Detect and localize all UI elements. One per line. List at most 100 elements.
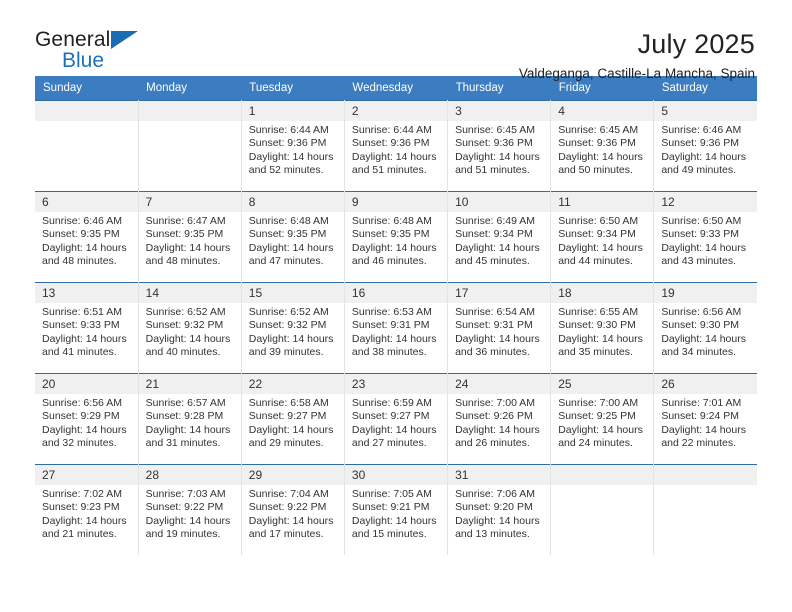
calendar-day-cell[interactable]: 24 Sunrise: 7:00 AM Sunset: 9:26 PM Dayligh… [447, 373, 552, 465]
sunset-text: Sunset: 9:29 PM [42, 410, 120, 423]
daylight-text-line1: Daylight: 14 hours [145, 241, 231, 254]
sunset-text: Sunset: 9:27 PM [248, 410, 327, 423]
sunset-text: Sunset: 9:23 PM [42, 501, 120, 514]
day-details: Sunrise: 6:48 AM Sunset: 9:35 PM Daylight:… [242, 212, 344, 269]
daylight-text-line1: Daylight: 14 hours [351, 241, 437, 254]
sunset-text: Sunset: 9:22 PM [145, 501, 224, 514]
calendar-day-cell[interactable]: 10 Sunrise: 6:49 AM Sunset: 9:34 PM Dayligh… [447, 191, 552, 283]
sunrise-text: Sunrise: 6:44 AM [248, 124, 329, 136]
day-number: 17 [448, 283, 551, 303]
day-number: 6 [35, 192, 138, 212]
calendar-day-cell[interactable]: 19 Sunrise: 6:56 AM Sunset: 9:30 PM Dayligh… [653, 282, 757, 374]
calendar-day-cell-empty [653, 464, 757, 555]
sunset-text: Sunset: 9:36 PM [248, 137, 327, 150]
day-number: 5 [654, 101, 757, 121]
calendar-day-cell[interactable]: 4 Sunrise: 6:45 AM Sunset: 9:36 PM Daylight… [550, 100, 655, 192]
day-number: 21 [138, 374, 241, 394]
daylight-text-line2: and 51 minutes. [455, 164, 530, 177]
sunset-text: Sunset: 9:36 PM [558, 137, 636, 150]
day-details: Sunrise: 6:46 AM Sunset: 9:35 PM Daylight:… [35, 212, 138, 269]
daylight-text-line1: Daylight: 14 hours [42, 332, 127, 345]
daylight-text-line2: and 47 minutes. [248, 255, 324, 268]
day-number: 19 [654, 283, 757, 303]
daylight-text-line2: and 19 minutes. [145, 528, 221, 541]
day-details: Sunrise: 6:51 AM Sunset: 9:33 PM Daylight:… [35, 303, 138, 360]
calendar-day-cell[interactable]: 12 Sunrise: 6:50 AM Sunset: 9:33 PM Dayligh… [653, 191, 757, 283]
day-details: Sunrise: 7:02 AM Sunset: 9:23 PM Daylight:… [35, 485, 138, 542]
calendar-day-cell[interactable]: 27 Sunrise: 7:02 AM Sunset: 9:23 PM Dayligh… [35, 464, 139, 555]
calendar-day-cell[interactable]: 28 Sunrise: 7:03 AM Sunset: 9:22 PM Dayligh… [137, 464, 242, 555]
day-number [551, 465, 654, 485]
sunrise-text: Sunrise: 6:58 AM [248, 397, 329, 409]
day-details: Sunrise: 7:03 AM Sunset: 9:22 PM Daylight:… [139, 485, 241, 542]
daylight-text-line2: and 32 minutes. [42, 437, 117, 450]
sunrise-text: Sunrise: 6:45 AM [558, 124, 639, 136]
calendar-day-cell[interactable]: 20 Sunrise: 6:56 AM Sunset: 9:29 PM Dayligh… [35, 373, 139, 465]
calendar-day-cell[interactable]: 15 Sunrise: 6:52 AM Sunset: 9:32 PM Dayligh… [240, 282, 345, 374]
sunrise-text: Sunrise: 7:01 AM [661, 397, 742, 409]
daylight-text-line2: and 50 minutes. [558, 164, 633, 177]
day-number: 8 [241, 192, 344, 212]
daylight-text-line1: Daylight: 14 hours [455, 150, 540, 163]
calendar-day-cell[interactable]: 21 Sunrise: 6:57 AM Sunset: 9:28 PM Dayligh… [137, 373, 242, 465]
day-number: 20 [35, 374, 138, 394]
daylight-text-line1: Daylight: 14 hours [248, 150, 334, 163]
calendar-day-cell[interactable]: 7 Sunrise: 6:47 AM Sunset: 9:35 PM Daylight… [137, 191, 242, 283]
title-block: July 2025 Valdeganga, Castille-La Mancha… [519, 28, 757, 84]
daylight-text-line1: Daylight: 14 hours [351, 150, 437, 163]
calendar-day-cell[interactable]: 6 Sunrise: 6:46 AM Sunset: 9:35 PM Daylight… [35, 191, 139, 283]
sunrise-text: Sunrise: 7:06 AM [455, 488, 536, 500]
calendar-day-cell[interactable]: 26 Sunrise: 7:01 AM Sunset: 9:24 PM Dayligh… [653, 373, 757, 465]
daylight-text-line2: and 35 minutes. [558, 346, 633, 359]
day-details: Sunrise: 6:55 AM Sunset: 9:30 PM Daylight:… [551, 303, 653, 360]
sunset-text: Sunset: 9:31 PM [455, 319, 533, 332]
weekday-header-monday: Monday [138, 76, 242, 101]
day-number: 18 [551, 283, 654, 303]
day-details: Sunrise: 6:56 AM Sunset: 9:30 PM Daylight:… [654, 303, 757, 360]
calendar-day-cell[interactable]: 22 Sunrise: 6:58 AM Sunset: 9:27 PM Dayligh… [240, 373, 345, 465]
calendar-day-cell[interactable]: 18 Sunrise: 6:55 AM Sunset: 9:30 PM Dayligh… [550, 282, 655, 374]
sunrise-text: Sunrise: 6:51 AM [42, 306, 122, 318]
calendar-day-cell[interactable]: 8 Sunrise: 6:48 AM Sunset: 9:35 PM Daylight… [240, 191, 345, 283]
calendar-day-cell[interactable]: 5 Sunrise: 6:46 AM Sunset: 9:36 PM Daylight… [653, 100, 757, 192]
calendar-day-cell[interactable]: 13 Sunrise: 6:51 AM Sunset: 9:33 PM Dayligh… [35, 282, 139, 374]
sunset-text: Sunset: 9:20 PM [455, 501, 533, 514]
daylight-text-line1: Daylight: 14 hours [42, 514, 127, 527]
calendar-day-cell[interactable]: 17 Sunrise: 6:54 AM Sunset: 9:31 PM Dayligh… [447, 282, 552, 374]
daylight-text-line1: Daylight: 14 hours [558, 150, 643, 163]
sunrise-text: Sunrise: 6:46 AM [42, 215, 122, 227]
sunset-text: Sunset: 9:36 PM [455, 137, 533, 150]
day-details: Sunrise: 6:44 AM Sunset: 9:36 PM Daylight:… [242, 121, 344, 178]
day-number: 11 [551, 192, 654, 212]
sunset-text: Sunset: 9:35 PM [145, 228, 224, 241]
sunrise-text: Sunrise: 6:57 AM [145, 397, 226, 409]
calendar-day-cell[interactable]: 9 Sunrise: 6:48 AM Sunset: 9:35 PM Daylight… [343, 191, 449, 283]
day-number: 22 [241, 374, 344, 394]
calendar-day-cell[interactable]: 14 Sunrise: 6:52 AM Sunset: 9:32 PM Dayligh… [137, 282, 242, 374]
calendar-day-cell[interactable]: 1 Sunrise: 6:44 AM Sunset: 9:36 PM Daylight… [240, 100, 345, 192]
sunrise-text: Sunrise: 6:46 AM [661, 124, 742, 136]
daylight-text-line2: and 36 minutes. [455, 346, 530, 359]
day-number: 31 [448, 465, 551, 485]
day-details: Sunrise: 6:59 AM Sunset: 9:27 PM Daylight:… [345, 394, 447, 451]
calendar-day-cell[interactable]: 2 Sunrise: 6:44 AM Sunset: 9:36 PM Daylight… [343, 100, 449, 192]
calendar-day-cell[interactable]: 3 Sunrise: 6:45 AM Sunset: 9:36 PM Daylight… [447, 100, 552, 192]
day-number: 25 [551, 374, 654, 394]
weekday-header-tuesday: Tuesday [241, 76, 345, 101]
sunset-text: Sunset: 9:32 PM [248, 319, 327, 332]
calendar-day-cell[interactable]: 25 Sunrise: 7:00 AM Sunset: 9:25 PM Dayligh… [550, 373, 655, 465]
calendar-day-cell[interactable]: 16 Sunrise: 6:53 AM Sunset: 9:31 PM Dayligh… [343, 282, 449, 374]
day-details: Sunrise: 7:06 AM Sunset: 9:20 PM Daylight:… [448, 485, 550, 542]
sunset-text: Sunset: 9:33 PM [661, 228, 739, 241]
daylight-text-line2: and 27 minutes. [351, 437, 427, 450]
daylight-text-line2: and 44 minutes. [558, 255, 633, 268]
calendar-day-cell[interactable]: 11 Sunrise: 6:50 AM Sunset: 9:34 PM Dayligh… [550, 191, 655, 283]
sunset-text: Sunset: 9:24 PM [661, 410, 739, 423]
calendar-day-cell[interactable]: 23 Sunrise: 6:59 AM Sunset: 9:27 PM Dayligh… [343, 373, 449, 465]
daylight-text-line1: Daylight: 14 hours [145, 423, 231, 436]
calendar-day-cell[interactable]: 29 Sunrise: 7:04 AM Sunset: 9:22 PM Dayligh… [240, 464, 345, 555]
sunset-text: Sunset: 9:36 PM [661, 137, 739, 150]
sunrise-text: Sunrise: 7:03 AM [145, 488, 226, 500]
calendar-day-cell[interactable]: 31 Sunrise: 7:06 AM Sunset: 9:20 PM Dayligh… [447, 464, 552, 555]
calendar-day-cell[interactable]: 30 Sunrise: 7:05 AM Sunset: 9:21 PM Dayligh… [343, 464, 449, 555]
